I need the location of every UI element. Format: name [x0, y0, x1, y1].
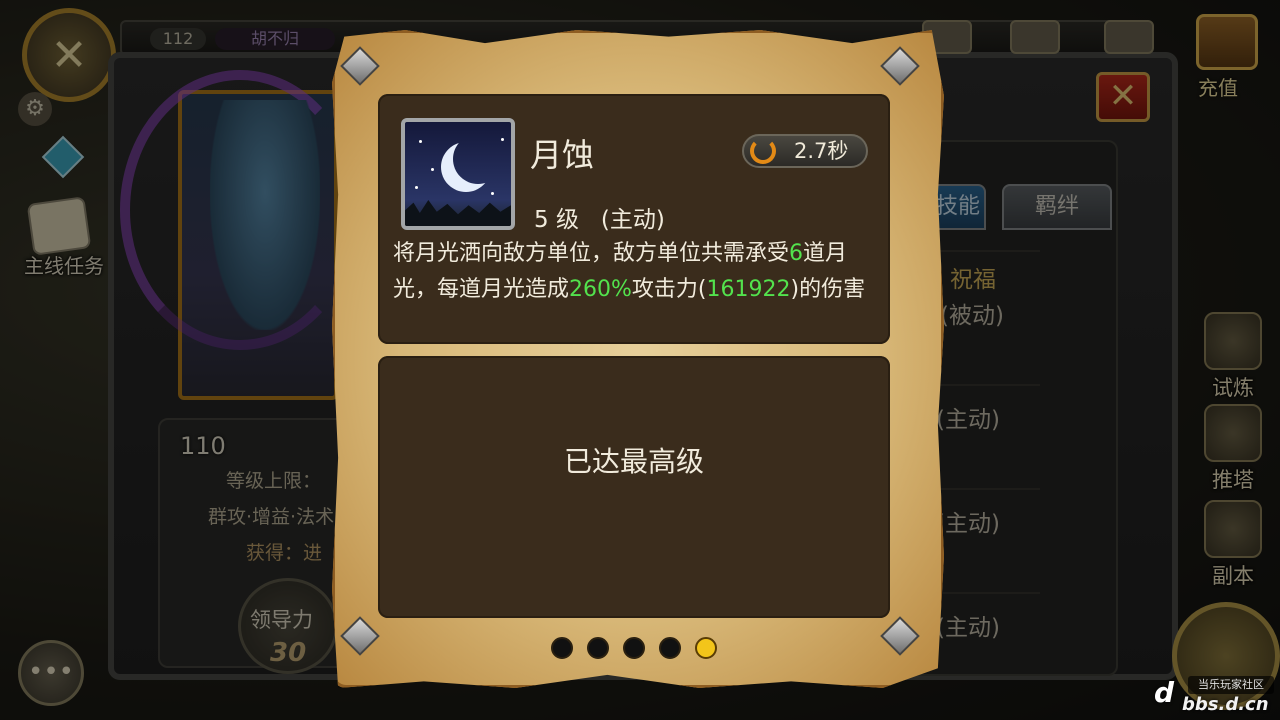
watermark-url: bbs.d.cn — [1182, 694, 1269, 715]
desc-highlight: 161922 — [706, 277, 791, 302]
skill-icon-frame — [401, 118, 515, 230]
cooldown-refresh-icon — [750, 138, 776, 164]
page-dot[interactable] — [551, 637, 573, 659]
upgrade-info-card — [378, 356, 890, 618]
page-dot-active[interactable] — [695, 637, 717, 659]
page-dot[interactable] — [623, 637, 645, 659]
desc-text: 攻击力( — [631, 277, 707, 302]
max-level-text: 已达最高级 — [563, 445, 704, 478]
page-dot[interactable] — [659, 637, 681, 659]
skill-level-type: 5 级 (主动) — [534, 207, 665, 233]
cooldown-value: 2.7秒 — [794, 139, 849, 163]
page-dot[interactable] — [587, 637, 609, 659]
desc-highlight: 260% — [569, 277, 632, 302]
skill-description: 将月光洒向敌方单位，敌方单位共需承受6道月光，每道月光造成260%攻击力(161… — [393, 236, 871, 308]
desc-highlight: 6 — [789, 241, 804, 266]
skill-name: 月蚀 — [530, 136, 595, 174]
desc-text: )的伤害 — [790, 277, 866, 302]
cooldown-badge: 2.7秒 — [742, 134, 868, 168]
watermark-logo-icon: d — [1154, 676, 1175, 709]
desc-text: 将月光洒向敌方单位，敌方单位共需承受 — [393, 241, 790, 266]
watermark-site-name: 当乐玩家社区 — [1188, 676, 1274, 694]
